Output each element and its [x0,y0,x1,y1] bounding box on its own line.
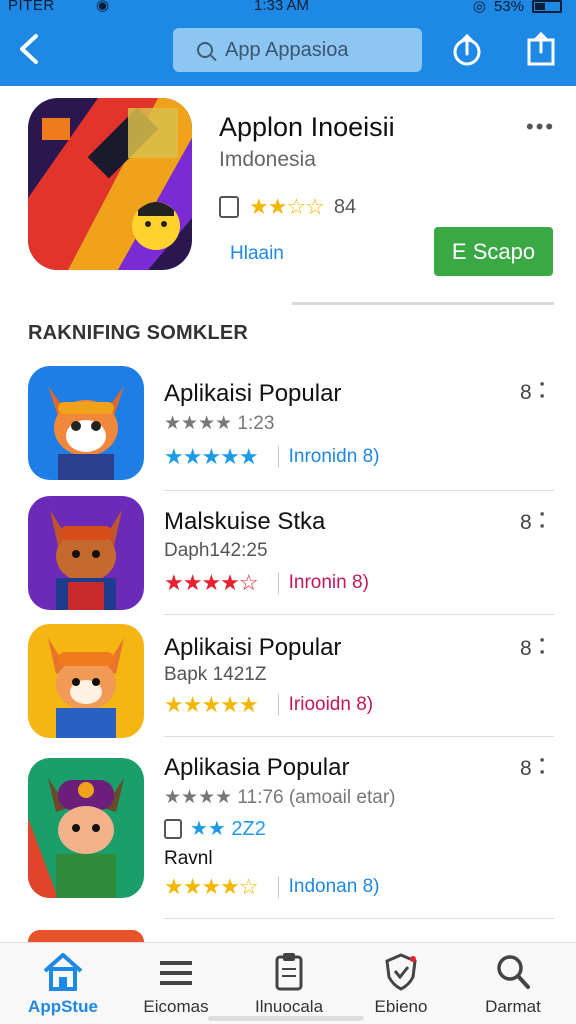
featured-more-icon[interactable]: ••• [526,114,555,140]
back-arrow-icon [20,34,38,64]
share-icon [453,33,481,66]
app-icon-1[interactable] [28,366,144,480]
location-icon: ◎ [472,0,486,15]
app-title-3[interactable]: Aplikaisi Popular [164,634,341,662]
app-title-2[interactable]: Malskuise Stka [164,508,325,536]
battery-percent: 53% [493,0,524,15]
shield-icon [385,953,417,991]
app-rating-4: ★★★★☆ Indonan 8) [164,874,379,900]
app-more-1[interactable]: 8 ⠅ [520,380,553,405]
status-bar: PITER ◉ 1:33 AM ◎ 53% [0,0,576,16]
back-button[interactable] [16,32,50,70]
featured-app-icon[interactable] [28,98,192,270]
nav-home[interactable]: AppStue [8,951,118,1017]
nav-categories[interactable]: Eicomas [121,951,231,1017]
app-icon-4[interactable] [28,758,144,898]
featured-app-subtitle: Imdonesia [219,148,316,171]
nav-security-label: Ebieno [374,997,428,1016]
app-icon-3[interactable] [28,624,144,738]
section-title: RAKNIFING SOMKLER [28,322,249,344]
install-button[interactable]: E Scapo [434,227,553,276]
app-extra-label-4: Ravnl [164,848,213,869]
nav-updates[interactable]: Ilnuocala [234,951,344,1017]
search-input[interactable] [225,38,405,62]
search-icon [197,42,213,58]
search-icon [497,955,530,989]
list-icon [160,961,192,985]
app-subtitle-3: Bapk 1421Z [164,664,267,685]
app-title-1[interactable]: Aplikaisi Popular [164,380,341,408]
more-icon: ⠅ [537,511,553,534]
row-separator [164,614,554,615]
app-more-3[interactable]: 8 ⠅ [520,636,553,661]
age-rating-icon [219,196,239,218]
app-more-4[interactable]: 8 ⠅ [520,756,553,781]
age-rating-icon [164,818,182,839]
app-icon-2[interactable] [28,496,144,610]
app-count-2: 8 [520,511,532,534]
home-icon [43,953,83,991]
search-bar[interactable] [173,28,422,72]
row-separator [164,918,554,919]
bottom-nav: AppStue Eicomas Ilnuocala Ebieno Darmat [0,942,576,1024]
featured-stars: ★★☆☆ [249,194,325,219]
upload-button[interactable] [524,31,558,68]
app-subtitle-1: ★★★★ 1:23 [164,413,275,434]
more-icon: ⠅ [537,757,553,780]
app-rating-1: ★★★★★ Inronidn 8) [164,444,379,470]
row-separator [164,736,554,737]
app-stars-2: ★★★★☆ [164,570,259,595]
battery-icon [532,0,562,13]
app-more-2[interactable]: 8 ⠅ [520,510,553,535]
top-bar: PITER ◉ 1:33 AM ◎ 53% [0,0,576,86]
app-count-1: 8 [520,381,532,404]
featured-app-title: Applon Inoeisii [219,112,395,142]
upload-icon [527,31,555,66]
app-icon-5-partial [28,930,144,942]
more-icon: ⠅ [537,637,553,660]
app-count-4: 8 [520,757,532,780]
nav-home-label: AppStue [28,997,98,1016]
nav-search-label: Darmat [485,997,541,1016]
app-tag-1[interactable]: Inronidn 8) [277,446,379,468]
app-subtitle-2: Daph142:25 [164,540,268,561]
app-tag-3[interactable]: Iriooidn 8) [277,694,373,716]
app-stars-4: ★★★★☆ [164,874,259,899]
app-tag-4[interactable]: Indonan 8) [277,876,379,898]
wifi-icon: ◉ [96,0,110,14]
share-button[interactable] [450,32,484,68]
featured-learn-link[interactable]: Hlaain [230,243,284,265]
divider [292,302,554,305]
app-stars-1: ★★★★★ [164,444,259,469]
home-indicator [208,1016,364,1021]
app-rating-2: ★★★★☆ Inronin 8) [164,570,369,596]
row-separator [164,490,554,491]
clipboard-icon [275,953,303,991]
clock: 1:33 AM [254,0,310,14]
app-count-3: 8 [520,637,532,660]
nav-search[interactable]: Darmat [458,951,568,1017]
featured-rating-text: 84 [333,195,357,218]
more-icon: ⠅ [537,381,553,404]
nav-security[interactable]: Ebieno [346,951,456,1017]
nav-categories-label: Eicomas [143,997,209,1016]
app-tag-2[interactable]: Inronin 8) [277,572,369,594]
nav-updates-label: Ilnuocala [254,997,324,1016]
app-stars-3: ★★★★★ [164,692,259,717]
carrier-label: PITER [8,0,55,14]
app-rating-3: ★★★★★ Iriooidn 8) [164,692,373,718]
app-subtitle-4: ★★★★ 11:76 (amoail etar) [164,787,396,808]
featured-rating: ★★☆☆ 84 [219,194,356,220]
app-title-4[interactable]: Aplikasia Popular [164,754,349,782]
app-extra-stars-4: ★★ 2Z2 [190,818,266,840]
app-extra-rating-4: ★★ 2Z2 [164,816,266,841]
